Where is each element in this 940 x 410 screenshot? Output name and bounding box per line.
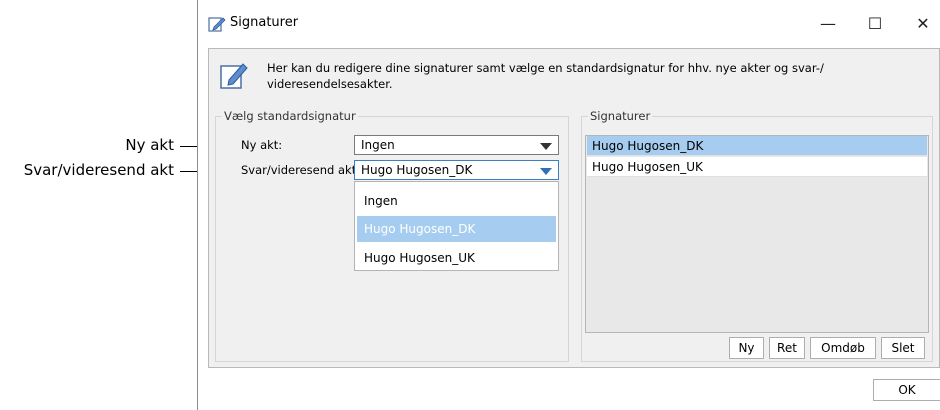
- edit-signature-button[interactable]: Ret: [769, 337, 805, 359]
- list-item[interactable]: Hugo Hugosen_UK: [587, 157, 927, 177]
- ny-akt-combo[interactable]: Ingen: [354, 135, 559, 155]
- close-button[interactable]: ✕: [903, 10, 940, 36]
- delete-signature-button[interactable]: Slet: [881, 337, 925, 359]
- rename-signature-button[interactable]: Omdøb: [810, 337, 876, 359]
- callout-ny-akt: Ny akt: [125, 136, 174, 154]
- chevron-down-icon: [540, 143, 552, 150]
- svar-dropdown-list: Ingen Hugo Hugosen_DK Hugo Hugosen_UK: [354, 181, 559, 271]
- dropdown-option[interactable]: Hugo Hugosen_DK: [357, 216, 556, 242]
- signatures-legend: Signaturer: [588, 109, 653, 123]
- info-text: Her kan du redigere dine signaturer samt…: [267, 61, 824, 91]
- title-bar: Signaturer — ☐ ✕: [198, 0, 940, 48]
- dropdown-option[interactable]: Hugo Hugosen_UK: [357, 245, 556, 271]
- edit-document-icon: [220, 63, 248, 89]
- ny-akt-value: Ingen: [361, 138, 395, 152]
- callout-svar: Svar/videresend akt: [23, 161, 174, 179]
- list-item[interactable]: Hugo Hugosen_DK: [587, 136, 927, 156]
- new-signature-button[interactable]: Ny: [729, 337, 764, 359]
- minimize-button[interactable]: —: [808, 10, 848, 36]
- svar-combo[interactable]: Hugo Hugosen_DK: [354, 160, 559, 180]
- chevron-down-icon: [540, 168, 552, 175]
- window-title: Signaturer: [230, 15, 299, 30]
- signaturer-dialog: Signaturer — ☐ ✕ Her kan du redigere din…: [197, 0, 940, 410]
- standard-signature-legend: Vælg standardsignatur: [222, 109, 358, 123]
- svar-value: Hugo Hugosen_DK: [361, 163, 473, 177]
- dropdown-option[interactable]: Ingen: [357, 188, 556, 214]
- signatures-list[interactable]: Hugo Hugosen_DK Hugo Hugosen_UK: [585, 135, 929, 333]
- ok-button[interactable]: OK: [873, 379, 940, 401]
- dialog-body: Her kan du redigere dine signaturer samt…: [208, 48, 940, 368]
- edit-signature-icon: [208, 17, 226, 32]
- maximize-button[interactable]: ☐: [855, 10, 895, 36]
- svar-label: Svar/videresend akt:: [241, 163, 361, 177]
- ny-akt-label: Ny akt:: [241, 138, 283, 152]
